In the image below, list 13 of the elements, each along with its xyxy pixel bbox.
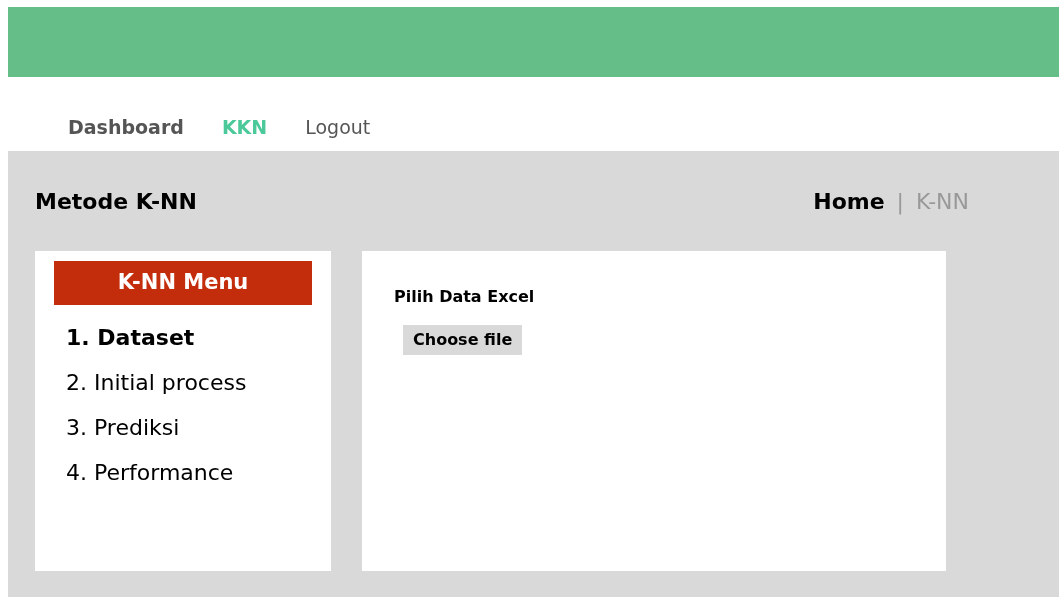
menu-item[interactable]: 1. Dataset	[66, 321, 312, 354]
nav-link[interactable]: Logout	[305, 112, 371, 141]
nav-link[interactable]: Dashboard	[68, 112, 184, 141]
breadcrumb-separator: |	[896, 187, 904, 217]
menu-item[interactable]: 4. Performance	[66, 456, 312, 489]
page-title: Metode K-NN	[35, 187, 197, 216]
menu-item[interactable]: 3. Prediksi	[66, 411, 312, 444]
menu-item[interactable]: 2. Initial process	[66, 366, 312, 399]
upload-label: Pilih Data Excel	[394, 286, 536, 308]
menu-title: K-NN Menu	[54, 261, 312, 305]
choose-file-button[interactable]: Choose file	[403, 325, 523, 355]
breadcrumb-current: K-NN	[916, 187, 969, 216]
breadcrumb-link[interactable]: Home	[813, 184, 885, 218]
